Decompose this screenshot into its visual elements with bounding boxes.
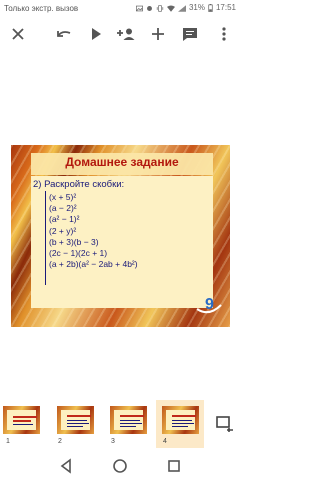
notification-icon — [147, 5, 152, 11]
back-icon[interactable] — [58, 458, 74, 474]
status-icons: 31% 17:51 — [135, 3, 236, 12]
slide-stage: Домашнее задание 2) Раскройте скобки: (x… — [0, 50, 240, 395]
thumbnail-number: 4 — [163, 438, 167, 445]
more-vertical-icon — [222, 27, 226, 41]
share-button[interactable] — [116, 24, 136, 44]
comment-button[interactable] — [180, 24, 200, 44]
close-button[interactable] — [8, 24, 28, 44]
expression-item: (a + 2b)(a² − 2ab + 4b²) — [49, 259, 138, 270]
battery-percent: 31% — [188, 3, 205, 12]
vibrate-icon — [156, 4, 164, 12]
play-icon — [92, 28, 101, 40]
slide-thumbnail-2[interactable] — [57, 406, 94, 434]
undo-icon — [57, 31, 71, 37]
expression-item: (a² − 1)² — [49, 214, 80, 225]
expression-item: (b + 3)(b − 3) — [49, 236, 99, 247]
add-slide-button[interactable] — [216, 416, 234, 434]
expression-item: (2 + y)² — [49, 225, 77, 236]
expression-item: (a − 2)² — [49, 203, 77, 214]
expression-item: (2c − 1)(2c + 1) — [49, 248, 108, 259]
expression-list: (x + 5)² (a − 2)² (a² − 1)² (2 + y)² (b … — [49, 192, 138, 270]
more-button[interactable] — [214, 24, 234, 44]
task-label: 2) Раскройте скобки: — [33, 179, 125, 190]
close-icon — [12, 28, 24, 40]
toolbar — [0, 18, 240, 50]
image-icon — [135, 5, 143, 11]
grade-nine-digit: 9 — [205, 296, 214, 313]
slide-thumbnail-3[interactable] — [110, 406, 147, 434]
slide-content: 2) Раскройте скобки: (x + 5)² (a − 2)² (… — [31, 176, 213, 308]
play-button[interactable] — [86, 24, 106, 44]
recents-icon[interactable] — [166, 458, 182, 474]
undo-button[interactable] — [54, 24, 74, 44]
slide-thumbnail-1[interactable] — [3, 406, 40, 434]
app-screen: Только экстр. вызов 31% 17:51 Домашнее з… — [0, 0, 240, 480]
signal-icon — [177, 4, 186, 12]
thumbnail-number: 1 — [6, 438, 10, 445]
clock: 17:51 — [215, 3, 236, 12]
home-icon[interactable] — [112, 458, 128, 474]
expression-item: (x + 5)² — [49, 192, 77, 202]
navigation-bar — [0, 452, 240, 480]
current-slide[interactable]: Домашнее задание 2) Раскройте скобки: (x… — [11, 145, 230, 327]
add-slide-icon — [216, 416, 233, 432]
comment-icon — [183, 27, 197, 41]
grade-nine-logo: 9 — [196, 296, 222, 314]
status-bar: Только экстр. вызов 31% 17:51 — [0, 0, 240, 16]
expression-bracket-line — [45, 191, 46, 285]
add-icon — [152, 28, 164, 40]
thumbnail-strip: 1 2 3 4 — [0, 398, 240, 450]
battery-icon — [208, 4, 213, 12]
thumbnail-number: 3 — [111, 438, 115, 445]
wifi-icon — [166, 5, 175, 12]
carrier-text: Только экстр. вызов — [4, 3, 79, 13]
add-button[interactable] — [148, 24, 168, 44]
add-person-icon — [117, 28, 135, 40]
thumbnail-number: 2 — [58, 438, 62, 445]
slide-thumbnail-4[interactable] — [162, 406, 199, 434]
slide-title: Домашнее задание — [65, 155, 179, 169]
